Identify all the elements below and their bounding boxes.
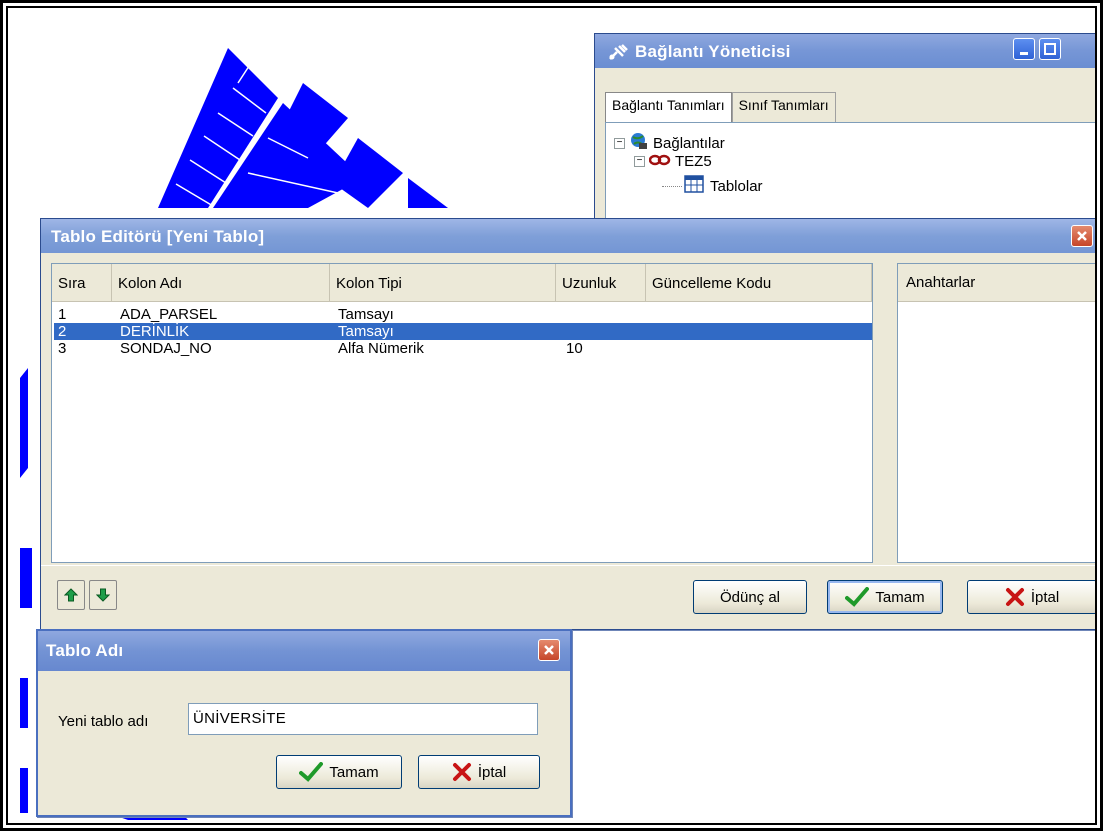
cell-kolon-tipi: Alfa Nümerik [338,340,424,357]
close-button[interactable] [538,639,560,661]
close-button[interactable] [1071,225,1093,247]
globe-icon [629,131,649,155]
cancel-button[interactable]: İptal [967,580,1095,614]
cross-icon [1005,588,1024,606]
arrow-down-icon [96,588,110,602]
minimize-icon [1020,52,1028,55]
tree-item-tables[interactable]: Tablolar [662,175,763,197]
collapse-icon[interactable]: − [634,156,645,167]
tree-label-tables: Tablolar [710,177,763,195]
cross-icon [452,763,471,781]
column-header-uzunluk[interactable]: Uzunluk [556,264,646,302]
table-row[interactable]: 1 ADA_PARSEL Tamsayı [54,306,872,323]
table-name-input[interactable]: ÜNİVERSİTE [188,703,538,735]
tab-class-definitions[interactable]: Sınıf Tanımları [731,92,836,122]
connection-plug-icon [607,42,629,66]
close-icon [1077,231,1087,241]
maximize-button[interactable] [1039,38,1061,60]
cell-kolon-tipi: Tamsayı [338,306,394,323]
cancel-label: İptal [477,763,507,781]
ok-button[interactable]: Tamam [827,580,943,614]
keys-panel[interactable]: Anahtarlar [897,263,1095,563]
move-up-button[interactable] [57,580,85,610]
map-parcel [20,548,32,608]
table-row[interactable]: 2 DERİNLİK Tamsayı [54,323,872,340]
minimize-button[interactable] [1013,38,1035,60]
table-name-label: Yeni tablo adı [58,713,149,730]
connection-manager-title: Bağlantı Yöneticisi [635,42,791,61]
table-grid-icon [684,175,704,197]
column-header-guncelleme-kodu[interactable]: Güncelleme Kodu [646,264,872,302]
cell-sira: 3 [58,340,67,357]
cell-kolon-adi: DERİNLİK [120,323,190,340]
table-name-titlebar[interactable]: Tablo Adı [38,631,570,671]
table-name-dialog[interactable]: Tablo Adı Yeni tablo adı ÜNİVERSİTE Tama… [36,629,572,817]
columns-grid[interactable]: Sıra Kolon Adı Kolon Tipi Uzunluk Güncel… [51,263,873,563]
cell-uzunluk: 10 [566,340,583,357]
connection-manager-titlebar[interactable]: Bağlantı Yöneticisi [595,34,1095,68]
table-editor-titlebar[interactable]: Tablo Editörü [Yeni Tablo] [41,219,1095,253]
ok-label: Tamam [875,588,925,606]
connection-manager-window[interactable]: Bağlantı Yöneticisi Bağlantı Tanımları S… [594,33,1095,242]
tree-connector [662,185,682,187]
map-parcel [408,178,448,208]
cell-sira: 1 [58,306,67,323]
cell-sira: 2 [58,323,67,340]
table-name-title: Tablo Adı [46,641,124,660]
keys-header: Anahtarlar [898,264,1095,302]
close-icon [544,645,554,655]
cell-kolon-tipi: Tamsayı [338,323,394,340]
map-parcel [20,768,28,813]
borrow-label: Ödünç al [719,588,781,606]
checkmark-icon [299,762,324,782]
tree-label-tez5: TEZ5 [675,153,712,170]
grid-header: Sıra Kolon Adı Kolon Tipi Uzunluk Güncel… [52,264,872,302]
tab-connection-definitions[interactable]: Bağlantı Tanımları [605,92,732,122]
table-editor-title: Tablo Editörü [Yeni Tablo] [51,227,265,246]
canvas: Bağlantı Yöneticisi Bağlantı Tanımları S… [6,6,1097,825]
cancel-label: İptal [1030,588,1060,606]
checkmark-icon [845,587,870,607]
cancel-button[interactable]: İptal [418,755,540,789]
map-parcel [333,138,403,208]
arrow-up-icon [64,588,78,602]
table-editor-window[interactable]: Tablo Editörü [Yeni Tablo] Sıra Kolon Ad… [40,218,1095,631]
ok-button[interactable]: Tamam [276,755,402,789]
column-header-kolon-adi[interactable]: Kolon Adı [112,264,330,302]
tree-item-tez5[interactable]: − TEZ5 [634,153,712,170]
maximize-icon [1044,43,1056,55]
tree-label-connections: Bağlantılar [653,134,725,152]
ok-label: Tamam [329,763,379,781]
map-parcel [20,368,28,478]
move-down-button[interactable] [89,580,117,610]
borrow-button[interactable]: Ödünç al [693,580,807,614]
link-chain-icon [648,153,671,170]
table-row[interactable]: 3 SONDAJ_NO Alfa Nümerik 10 [54,340,872,357]
map-parcel [20,678,28,728]
cell-kolon-adi: SONDAJ_NO [120,340,212,357]
column-header-kolon-tipi[interactable]: Kolon Tipi [330,264,556,302]
collapse-icon[interactable]: − [614,137,625,149]
cell-kolon-adi: ADA_PARSEL [120,306,218,323]
editor-button-bar: Ödünç al Tamam İptal [41,565,1095,631]
column-header-sira[interactable]: Sıra [52,264,112,302]
tree-item-connections[interactable]: − Bağlantılar [614,131,725,155]
connection-tabs: Bağlantı Tanımları Sınıf Tanımları [605,92,836,122]
